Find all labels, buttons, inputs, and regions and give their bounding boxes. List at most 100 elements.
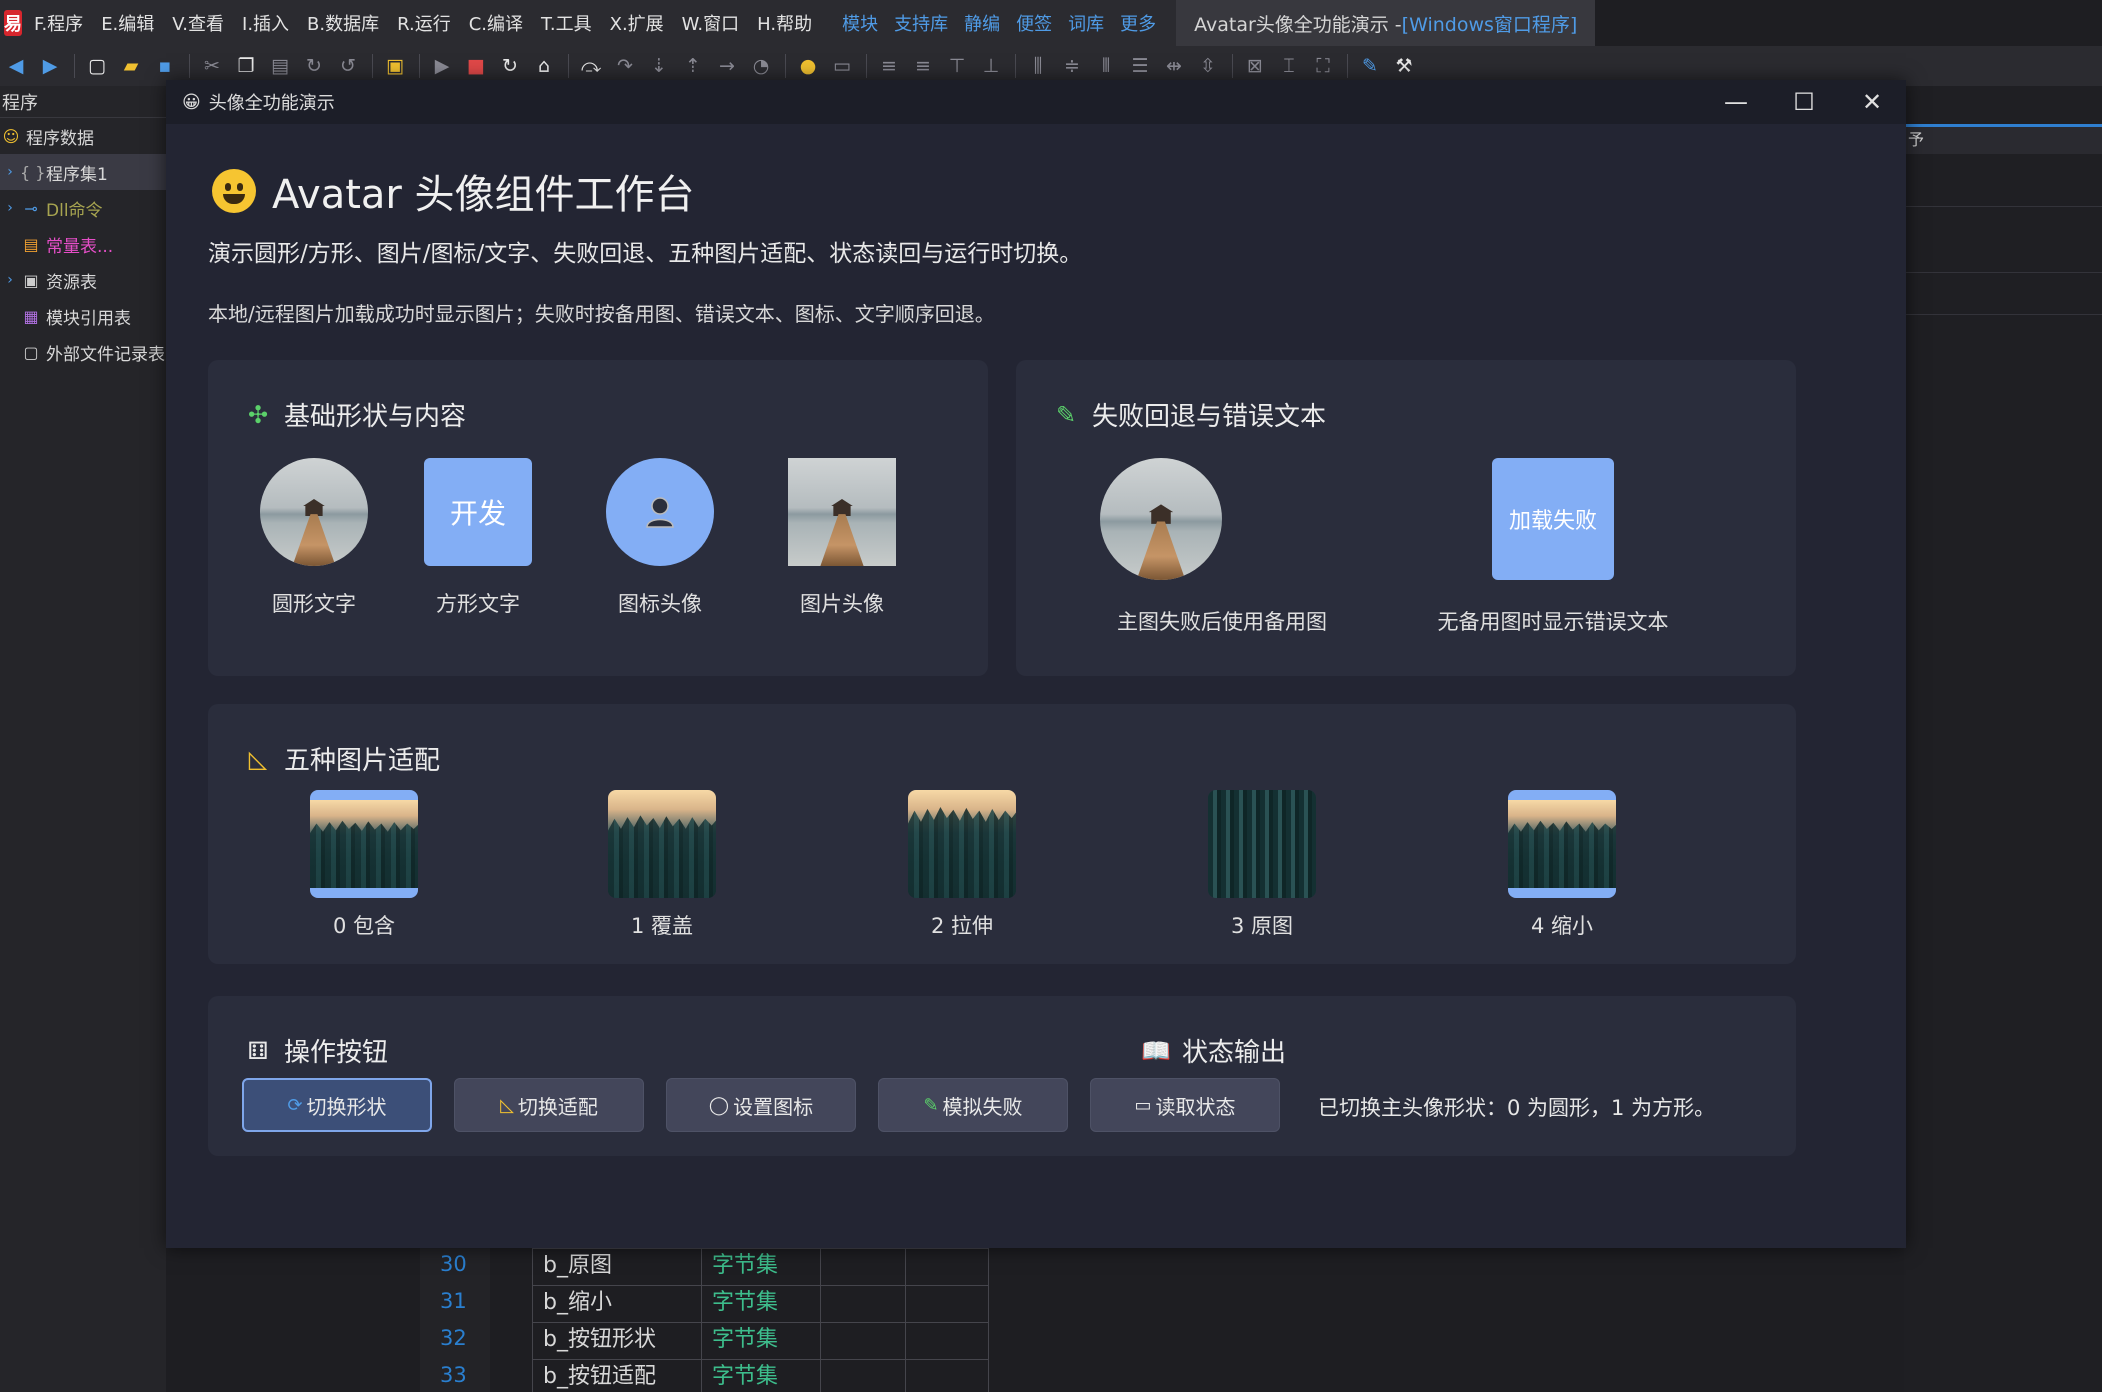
step-down-icon[interactable]: ⇣ (647, 54, 671, 78)
avatar-image[interactable] (788, 458, 896, 566)
step-over-icon[interactable]: ⤼ (579, 54, 603, 78)
new-file-icon[interactable]: ▢ (85, 54, 109, 78)
tree-item-modules[interactable]: ▦ 模块引用表 (0, 298, 166, 334)
table-cell[interactable] (905, 1322, 989, 1360)
project-icon[interactable]: ▣ (383, 54, 407, 78)
table-cell[interactable] (820, 1359, 906, 1392)
read-status-button[interactable]: ▭ 读取状态 (1090, 1078, 1280, 1132)
tree-item-resources[interactable]: › ▣ 资源表 (0, 262, 166, 298)
tree-item-dll[interactable]: › ⊸ Dll命令 (0, 190, 166, 226)
copy-icon[interactable]: ❐ (234, 54, 258, 78)
link-notes[interactable]: 便签 (1016, 10, 1052, 36)
paste-icon[interactable]: ▤ (268, 54, 292, 78)
fit-cover-avatar[interactable] (608, 790, 716, 898)
maximize-button[interactable]: ☐ (1770, 80, 1838, 124)
table-row[interactable]: 33 b_按钮适配 字节集 (420, 1359, 1020, 1392)
table-cell[interactable] (820, 1322, 906, 1360)
avatar-icon[interactable] (606, 458, 714, 566)
table-row[interactable]: 30 b_原图 字节集 (420, 1248, 1020, 1286)
distribute-horz-icon[interactable]: ⦀ (1094, 54, 1118, 78)
menu-tools[interactable]: T.工具 (541, 10, 592, 36)
align-left-icon[interactable]: ≡ (877, 54, 901, 78)
stop-icon[interactable]: ■ (464, 54, 488, 78)
forward-icon[interactable]: ▶ (38, 54, 62, 78)
fit-contain-avatar[interactable] (310, 790, 418, 898)
toggle-fit-button[interactable]: ◺ 切换适配 (454, 1078, 644, 1132)
pen-icon[interactable]: ✎ (1358, 54, 1382, 78)
variable-type[interactable]: 字节集 (701, 1322, 821, 1360)
variable-type[interactable]: 字节集 (701, 1359, 821, 1392)
table-cell[interactable] (905, 1285, 989, 1323)
table-row[interactable]: 32 b_按钮形状 字节集 (420, 1322, 1020, 1360)
menu-insert[interactable]: I.插入 (242, 10, 289, 36)
step-out-icon[interactable]: → (715, 54, 739, 78)
align-top-icon[interactable]: ⊤ (945, 54, 969, 78)
avatar-square-text[interactable]: 开发 (424, 458, 532, 566)
table-cell[interactable] (820, 1285, 906, 1323)
tree-item-constants[interactable]: ▤ 常量表... (0, 226, 166, 262)
center-vert-icon[interactable]: ⫼ (1026, 54, 1050, 78)
simulate-failure-button[interactable]: ✎ 模拟失败 (878, 1078, 1068, 1132)
variable-name[interactable]: b_原图 (532, 1248, 702, 1286)
chevron-right-icon[interactable]: › (0, 164, 20, 180)
space-vert-icon[interactable]: ⇳ (1196, 54, 1220, 78)
fit-original-avatar[interactable] (1208, 790, 1316, 898)
table-cell[interactable] (905, 1359, 989, 1392)
space-horz-icon[interactable]: ⇹ (1162, 54, 1186, 78)
toggle-shape-button[interactable]: ⟳ 切换形状 (242, 1078, 432, 1132)
menu-edit[interactable]: E.编辑 (101, 10, 154, 36)
table-row[interactable]: 31 b_缩小 字节集 (420, 1285, 1020, 1323)
tree-item-program-data[interactable]: ☺ 程序数据 (0, 118, 166, 154)
minimize-button[interactable]: — (1702, 80, 1770, 124)
right-pane-tab[interactable]: 予 (1904, 124, 2102, 154)
chevron-right-icon[interactable]: › (0, 272, 20, 288)
menu-window[interactable]: W.窗口 (682, 10, 739, 36)
center-horz-icon[interactable]: ≑ (1060, 54, 1084, 78)
menu-compile[interactable]: C.编译 (469, 10, 523, 36)
menu-program[interactable]: F.程序 (34, 10, 83, 36)
link-lexicon[interactable]: 词库 (1068, 10, 1104, 36)
cut-icon[interactable]: ✂ (200, 54, 224, 78)
tree-item-external-files[interactable]: ▢ 外部文件记录表 (0, 334, 166, 370)
breakpoint-icon[interactable]: ◔ (749, 54, 773, 78)
step-into-icon[interactable]: ↷ (613, 54, 637, 78)
avatar-circle-text[interactable] (260, 458, 368, 566)
bulb-icon[interactable]: ● (796, 54, 820, 78)
redo-icon[interactable]: ↻ (302, 54, 326, 78)
link-module[interactable]: 模块 (842, 10, 878, 36)
menu-database[interactable]: B.数据库 (307, 10, 379, 36)
back-icon[interactable]: ◀ (4, 54, 28, 78)
undo-icon[interactable]: ↺ (336, 54, 360, 78)
variable-type[interactable]: 字节集 (701, 1285, 821, 1323)
save-icon[interactable]: ▪ (153, 54, 177, 78)
tree-item-assembly[interactable]: › { } 程序集1 (0, 154, 166, 190)
close-button[interactable]: ✕ (1838, 80, 1906, 124)
same-height-icon[interactable]: ⌶ (1277, 54, 1301, 78)
avatar-fallback-image[interactable] (1100, 458, 1222, 580)
bookmark-icon[interactable]: ▭ (830, 54, 854, 78)
fit-stretch-avatar[interactable] (908, 790, 1016, 898)
tools-icon[interactable]: ⚒ (1392, 54, 1416, 78)
align-right-icon[interactable]: ≡ (911, 54, 935, 78)
step-up-icon[interactable]: ⇡ (681, 54, 705, 78)
menu-run[interactable]: R.运行 (397, 10, 451, 36)
restart-icon[interactable]: ↻ (498, 54, 522, 78)
run-icon[interactable]: ▶ (430, 54, 454, 78)
window-titlebar[interactable]: 😀 头像全功能演示 — ☐ ✕ (166, 80, 1906, 124)
distribute-vert-icon[interactable]: ☰ (1128, 54, 1152, 78)
menu-help[interactable]: H.帮助 (757, 10, 812, 36)
link-support-lib[interactable]: 支持库 (894, 10, 948, 36)
open-folder-icon[interactable]: ▰ (119, 54, 143, 78)
table-cell[interactable] (905, 1248, 989, 1286)
same-size-icon[interactable]: ⛶ (1311, 54, 1335, 78)
variable-name[interactable]: b_缩小 (532, 1285, 702, 1323)
variable-name[interactable]: b_按钮形状 (532, 1322, 702, 1360)
menu-view[interactable]: V.查看 (172, 10, 224, 36)
variable-type[interactable]: 字节集 (701, 1248, 821, 1286)
align-bottom-icon[interactable]: ⊥ (979, 54, 1003, 78)
table-cell[interactable] (820, 1248, 906, 1286)
link-static[interactable]: 静编 (964, 10, 1000, 36)
avatar-error-text[interactable]: 加载失败 (1492, 458, 1614, 580)
set-icon-button[interactable]: ◯ 设置图标 (666, 1078, 856, 1132)
compile-icon[interactable]: ⌂ (532, 54, 556, 78)
